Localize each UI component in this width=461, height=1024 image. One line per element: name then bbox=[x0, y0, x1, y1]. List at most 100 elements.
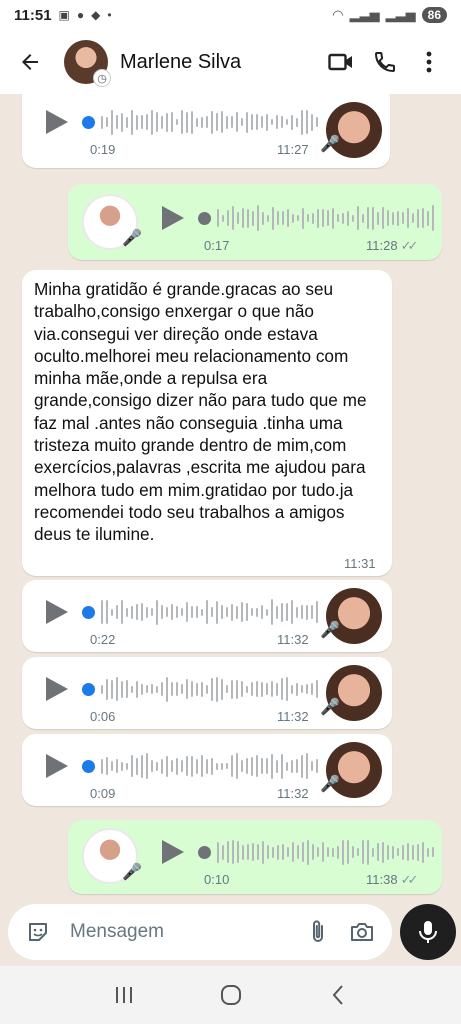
waveform-bar bbox=[226, 607, 228, 617]
waveform-bar bbox=[302, 842, 304, 862]
waveform-bar bbox=[282, 211, 284, 225]
waveform-bar bbox=[402, 844, 404, 860]
waveform-bar bbox=[101, 684, 103, 694]
waveform-bar bbox=[342, 839, 344, 865]
playback-progress-dot[interactable] bbox=[198, 211, 211, 225]
waveform-bar bbox=[121, 600, 123, 624]
microphone-icon: 🎤 bbox=[320, 699, 340, 716]
waveform-bar bbox=[267, 214, 269, 222]
waveform-bar bbox=[171, 112, 173, 132]
waveform-bar bbox=[316, 680, 318, 698]
recents-icon[interactable] bbox=[104, 975, 144, 1015]
waveform-bar bbox=[256, 681, 258, 697]
voice-duration: 0:09 bbox=[90, 786, 116, 801]
waveform-bar bbox=[151, 684, 153, 694]
play-icon[interactable] bbox=[46, 754, 68, 778]
waveform-bar bbox=[106, 678, 108, 700]
waveform-bar bbox=[156, 112, 158, 132]
chat-area[interactable]: 0:19 11:27 🎤 🎤 0:17 11:28 ✓✓ Minha gratid… bbox=[0, 94, 461, 902]
play-icon[interactable] bbox=[46, 110, 68, 134]
waveform-bar bbox=[106, 600, 108, 624]
message-input[interactable] bbox=[70, 921, 292, 943]
voice-message[interactable]: 0:06 11:32 🎤 bbox=[22, 657, 392, 729]
sticker-icon[interactable] bbox=[20, 914, 56, 950]
waveform-bar bbox=[226, 685, 228, 693]
waveform-bar bbox=[161, 605, 163, 619]
waveform-bar bbox=[242, 208, 244, 228]
waveform-bar bbox=[176, 757, 178, 775]
waveform-bar bbox=[146, 753, 148, 779]
voice-message[interactable]: 🎤 0:17 11:28 ✓✓ bbox=[68, 184, 442, 260]
voice-message[interactable]: 0:19 11:27 🎤 bbox=[22, 94, 390, 168]
voice-message[interactable]: 0:09 11:32 🎤 bbox=[22, 734, 392, 806]
message-text: Minha gratidão é grande.gracas ao seu tr… bbox=[34, 279, 367, 545]
waveform-bar bbox=[116, 115, 118, 129]
waveform[interactable] bbox=[217, 838, 434, 866]
waveform-bar bbox=[161, 682, 163, 696]
waveform-bar bbox=[121, 761, 123, 771]
waveform[interactable] bbox=[101, 752, 318, 780]
waveform-bar bbox=[211, 110, 213, 134]
waveform-bar bbox=[427, 210, 429, 226]
playback-progress-dot[interactable] bbox=[82, 115, 95, 129]
status-bar: 11:51 ▣ ● ◆ • ◠ ▂▃▅ ▂▃▅ 86 bbox=[0, 0, 461, 30]
waveform-bar bbox=[166, 676, 168, 702]
contact-name[interactable]: Marlene Silva bbox=[120, 51, 319, 74]
waveform-bar bbox=[417, 843, 419, 861]
arrow-left-icon[interactable] bbox=[10, 42, 50, 82]
home-icon[interactable] bbox=[211, 975, 251, 1015]
playback-progress-dot[interactable] bbox=[82, 682, 95, 696]
more-vertical-icon[interactable] bbox=[407, 40, 451, 84]
playback-progress-dot[interactable] bbox=[82, 605, 95, 619]
double-check-icon: ✓✓ bbox=[400, 872, 419, 887]
waveform-bar bbox=[126, 116, 128, 128]
paperclip-icon[interactable] bbox=[300, 914, 336, 950]
playback-progress-dot[interactable] bbox=[82, 759, 95, 773]
waveform-bar bbox=[191, 606, 193, 618]
text-message[interactable]: Minha gratidão é grande.gracas ao seu tr… bbox=[22, 270, 392, 576]
waveform-bar bbox=[281, 602, 283, 622]
waveform[interactable] bbox=[217, 204, 434, 232]
waveform-bar bbox=[287, 847, 289, 857]
waveform-bar bbox=[271, 753, 273, 779]
contact-avatar[interactable]: ◷ bbox=[64, 40, 111, 87]
voice-message[interactable]: 🎤 0:10 11:38 ✓✓ bbox=[68, 820, 442, 894]
play-icon[interactable] bbox=[162, 206, 184, 230]
waveform[interactable] bbox=[101, 675, 318, 703]
more-notifications-icon: • bbox=[107, 8, 112, 22]
play-icon[interactable] bbox=[46, 677, 68, 701]
waveform-bar bbox=[166, 755, 168, 777]
waveform-bar bbox=[236, 753, 238, 779]
camera-icon[interactable] bbox=[344, 914, 380, 950]
waveform-bar bbox=[311, 761, 313, 771]
waveform[interactable] bbox=[101, 598, 318, 626]
waveform-bar bbox=[397, 210, 399, 226]
voice-message[interactable]: 0:22 11:32 🎤 bbox=[22, 580, 392, 652]
waveform-bar bbox=[236, 679, 238, 699]
play-icon[interactable] bbox=[162, 840, 184, 864]
waveform-bar bbox=[417, 208, 419, 228]
waveform-bar bbox=[317, 208, 319, 228]
waveform-bar bbox=[251, 682, 253, 696]
waveform-bar bbox=[196, 606, 198, 618]
waveform-bar bbox=[216, 676, 218, 702]
playback-progress-dot[interactable] bbox=[198, 845, 211, 859]
waveform-bar bbox=[216, 762, 218, 770]
waveform-bar bbox=[261, 681, 263, 697]
waveform-bar bbox=[277, 211, 279, 225]
video-call-icon[interactable] bbox=[319, 40, 363, 84]
waveform-bar bbox=[171, 604, 173, 620]
play-icon[interactable] bbox=[46, 600, 68, 624]
record-voice-button[interactable] bbox=[400, 904, 456, 960]
waveform[interactable] bbox=[101, 108, 318, 136]
waveform-bar bbox=[301, 109, 303, 135]
waveform-bar bbox=[241, 760, 243, 772]
waveform-bar bbox=[251, 756, 253, 776]
microphone-icon: 🎤 bbox=[122, 230, 142, 247]
waveform-bar bbox=[322, 842, 324, 862]
back-chevron-icon[interactable] bbox=[318, 975, 358, 1015]
phone-icon[interactable] bbox=[363, 40, 407, 84]
waveform-bar bbox=[252, 843, 254, 861]
message-time-text: 11:28 bbox=[366, 238, 398, 253]
microphone-icon: 🎤 bbox=[122, 864, 142, 881]
